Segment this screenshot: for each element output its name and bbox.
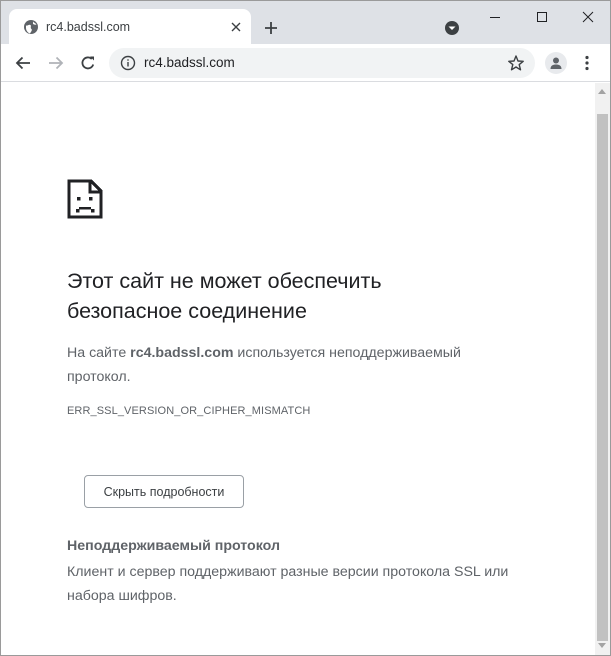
desc-prefix: На сайте	[67, 345, 131, 361]
globe-icon	[23, 19, 39, 35]
star-icon[interactable]	[507, 54, 525, 72]
error-code: ERR_SSL_VERSION_OR_CIPHER_MISMATCH	[67, 405, 311, 417]
error-description: На сайте rc4.badssl.com используется неп…	[67, 341, 497, 389]
maximize-icon[interactable]	[531, 7, 553, 27]
back-arrow-icon[interactable]	[13, 53, 33, 73]
forward-arrow-icon[interactable]	[46, 53, 66, 73]
scrollbar-thumb[interactable]	[597, 114, 608, 641]
details-text: Клиент и сервер поддерживают разные верс…	[67, 564, 509, 604]
minimize-icon[interactable]	[484, 7, 506, 27]
info-icon[interactable]	[120, 55, 136, 71]
error-heading: Этот сайт не может обеспечить безопасное…	[67, 269, 382, 323]
error-host: rc4.badssl.com	[130, 345, 234, 361]
close-icon[interactable]	[227, 18, 245, 36]
error-page: Этот сайт не может обеспечить безопасное…	[1, 83, 595, 655]
close-window-icon[interactable]	[577, 7, 599, 27]
menu-icon[interactable]	[579, 54, 595, 72]
new-tab-button[interactable]	[261, 18, 281, 38]
profile-avatar-icon[interactable]	[545, 52, 567, 74]
url-text: rc4.badssl.com	[144, 55, 235, 70]
sad-document-icon	[67, 179, 103, 219]
address-bar[interactable]: rc4.badssl.com	[109, 48, 535, 78]
tab-title: rc4.badssl.com	[46, 20, 131, 34]
vertical-scrollbar[interactable]	[595, 83, 610, 655]
scroll-down-icon[interactable]	[598, 643, 606, 648]
hide-details-button[interactable]: Скрыть подробности	[84, 475, 244, 508]
details-title: Неподдерживаемый протокол	[67, 538, 280, 554]
browser-window: rc4.badssl.com rc4.badssl.com Этот сайт …	[0, 0, 611, 656]
scroll-up-icon[interactable]	[598, 89, 606, 94]
tab-strip: rc4.badssl.com	[1, 1, 610, 44]
toolbar: rc4.badssl.com	[1, 44, 610, 82]
tab-search-icon[interactable]	[444, 20, 460, 36]
reload-icon[interactable]	[78, 53, 98, 73]
browser-tab[interactable]: rc4.badssl.com	[9, 9, 251, 44]
